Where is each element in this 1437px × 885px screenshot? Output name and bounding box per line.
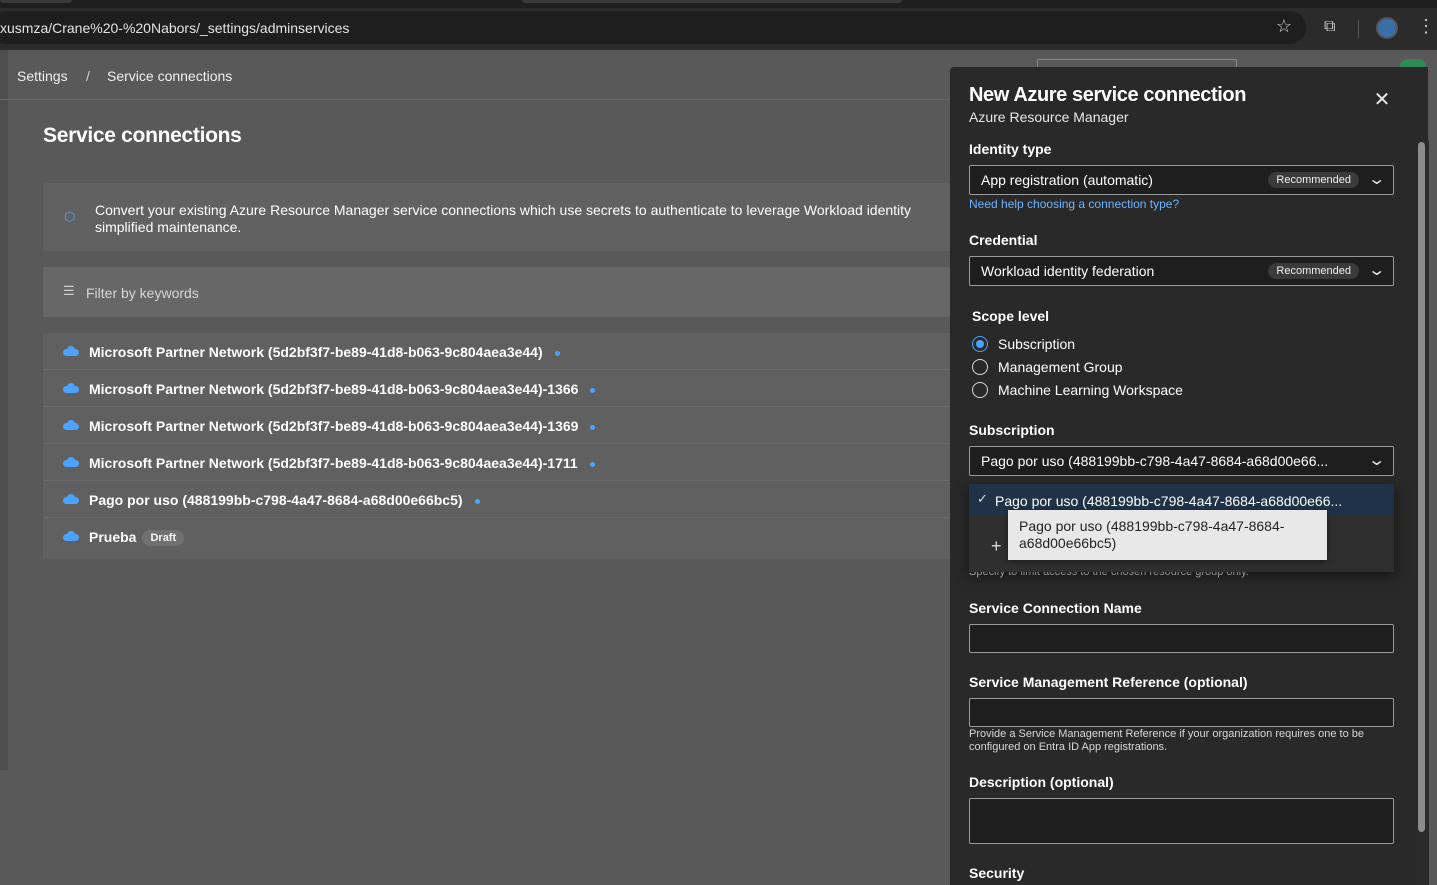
browser-tabstrip — [0, 0, 1437, 8]
panel-title: New Azure service connection — [969, 84, 1247, 106]
panel-scrollbar[interactable] — [1415, 140, 1429, 885]
credential-value: Workload identity federation — [981, 263, 1155, 279]
service-management-reference-label: Service Management Reference (optional) — [969, 674, 1248, 690]
user-avatar[interactable] — [1400, 59, 1426, 67]
help-link[interactable]: Need help choosing a connection type? — [969, 197, 1179, 211]
service-management-reference-input[interactable] — [969, 698, 1394, 727]
radio-button[interactable] — [972, 359, 988, 375]
radio-label: Subscription — [998, 336, 1076, 352]
recommended-badge: Recommended — [1268, 263, 1359, 279]
description-textarea[interactable] — [969, 798, 1394, 844]
credential-dropdown[interactable]: Workload identity federation Recommended… — [969, 256, 1394, 286]
identity-type-value: App registration (automatic) — [981, 172, 1153, 188]
url-text[interactable]: xusmza/Crane%20-%20Nabors/_settings/admi… — [0, 20, 349, 36]
subscription-label: Subscription — [969, 422, 1055, 438]
filter-bar[interactable]: ☰ Filter by keywords — [43, 267, 950, 317]
cloud-icon — [63, 420, 79, 430]
panel-subtitle: Azure Resource Manager — [969, 109, 1129, 125]
status-dot — [474, 498, 480, 504]
connection-name[interactable]: Microsoft Partner Network (5d2bf3f7-be89… — [89, 381, 578, 397]
chevron-down-icon: ⌄ — [1366, 171, 1386, 188]
cloud-icon — [63, 531, 79, 541]
list-item[interactable]: Microsoft Partner Network (5d2bf3f7-be89… — [43, 370, 950, 407]
breadcrumb-settings[interactable]: Settings — [17, 68, 68, 84]
service-connection-name-input[interactable] — [969, 624, 1394, 653]
filter-icon: ☰ — [63, 283, 75, 298]
service-management-reference-hint: Provide a Service Management Reference i… — [969, 728, 1365, 753]
draft-badge: Draft — [142, 530, 185, 546]
address-bar[interactable]: xusmza/Crane%20-%20Nabors/_settings/admi… — [0, 11, 1306, 44]
identity-type-label: Identity type — [969, 141, 1052, 157]
browser-menu-icon[interactable]: ⋮ — [1417, 16, 1435, 37]
filter-input[interactable]: Filter by keywords — [86, 285, 199, 301]
breadcrumb-service-connections[interactable]: Service connections — [107, 68, 232, 84]
service-connection-name-label: Service Connection Name — [969, 600, 1142, 616]
connection-name[interactable]: Microsoft Partner Network (5d2bf3f7-be89… — [89, 344, 543, 360]
security-label: Security — [969, 865, 1025, 881]
check-icon: ✓ — [977, 491, 988, 506]
browser-toolbar: xusmza/Crane%20-%20Nabors/_settings/admi… — [0, 8, 1437, 50]
list-item[interactable]: Microsoft Partner Network (5d2bf3f7-be89… — [43, 444, 950, 481]
list-item[interactable]: Microsoft Partner Network (5d2bf3f7-be89… — [43, 333, 950, 370]
list-item[interactable]: Microsoft Partner Network (5d2bf3f7-be89… — [43, 407, 950, 444]
bookmark-star-icon[interactable]: ☆ — [1276, 16, 1292, 37]
cloud-icon — [63, 494, 79, 504]
chevron-down-icon: ⌄ — [1366, 262, 1386, 279]
radio-label: Management Group — [998, 359, 1123, 375]
page-title: Service connections — [43, 124, 242, 147]
hidden-header-control — [1037, 59, 1237, 67]
status-dot — [590, 387, 596, 393]
status-dot — [554, 350, 560, 356]
radio-label: Machine Learning Workspace — [998, 382, 1183, 398]
profile-avatar[interactable] — [1376, 17, 1398, 39]
tab-edge[interactable] — [522, 0, 902, 3]
cloud-icon — [63, 457, 79, 467]
tab-edge[interactable] — [0, 0, 72, 3]
identity-type-dropdown[interactable]: App registration (automatic) Recommended… — [969, 165, 1394, 195]
extensions-icon[interactable]: ⧉ — [1324, 18, 1335, 36]
status-dot — [590, 424, 596, 430]
option-label: Pago por uso (488199bb-c798-4a47-8684-a6… — [995, 493, 1343, 509]
credential-label: Credential — [969, 232, 1038, 248]
banner-text: Convert your existing Azure Resource Man… — [95, 202, 912, 235]
subscription-dropdown[interactable]: Pago por uso (488199bb-c798-4a47-8684-a6… — [969, 446, 1394, 476]
shield-icon: ⬡ — [64, 209, 76, 224]
scrollbar-thumb[interactable] — [1418, 142, 1425, 832]
list-item[interactable]: Prueba Draft — [43, 518, 950, 555]
subscription-value: Pago por uso (488199bb-c798-4a47-8684-a6… — [981, 453, 1329, 469]
breadcrumb: Settings / Service connections — [0, 50, 950, 100]
connection-name[interactable]: Microsoft Partner Network (5d2bf3f7-be89… — [89, 455, 578, 471]
radio-button[interactable] — [972, 382, 988, 398]
left-nav-edge — [0, 50, 8, 770]
cloud-icon — [63, 346, 79, 356]
connection-name[interactable]: Pago por uso (488199bb-c798-4a47-8684-a6… — [89, 492, 463, 508]
connections-list: Microsoft Partner Network (5d2bf3f7-be89… — [43, 333, 950, 559]
toolbar-divider — [1358, 20, 1359, 38]
connection-name[interactable]: Microsoft Partner Network (5d2bf3f7-be89… — [89, 418, 578, 434]
tooltip: Pago por uso (488199bb-c798-4a47-8684-a6… — [1008, 510, 1327, 560]
list-item[interactable]: Pago por uso (488199bb-c798-4a47-8684-a6… — [43, 481, 950, 518]
chevron-down-icon: ⌄ — [1366, 452, 1386, 469]
breadcrumb-separator: / — [86, 68, 90, 84]
info-banner: ⬡ Convert your existing Azure Resource M… — [43, 183, 950, 251]
connection-name[interactable]: Prueba — [89, 529, 136, 545]
recommended-badge: Recommended — [1268, 172, 1359, 188]
close-icon[interactable]: ✕ — [1372, 90, 1392, 110]
plus-icon: + — [991, 536, 1002, 556]
description-label: Description (optional) — [969, 774, 1114, 790]
status-dot — [589, 461, 595, 467]
scope-level-label: Scope level — [972, 308, 1050, 324]
radio-button-selected[interactable] — [972, 336, 988, 352]
cloud-icon — [63, 383, 79, 393]
